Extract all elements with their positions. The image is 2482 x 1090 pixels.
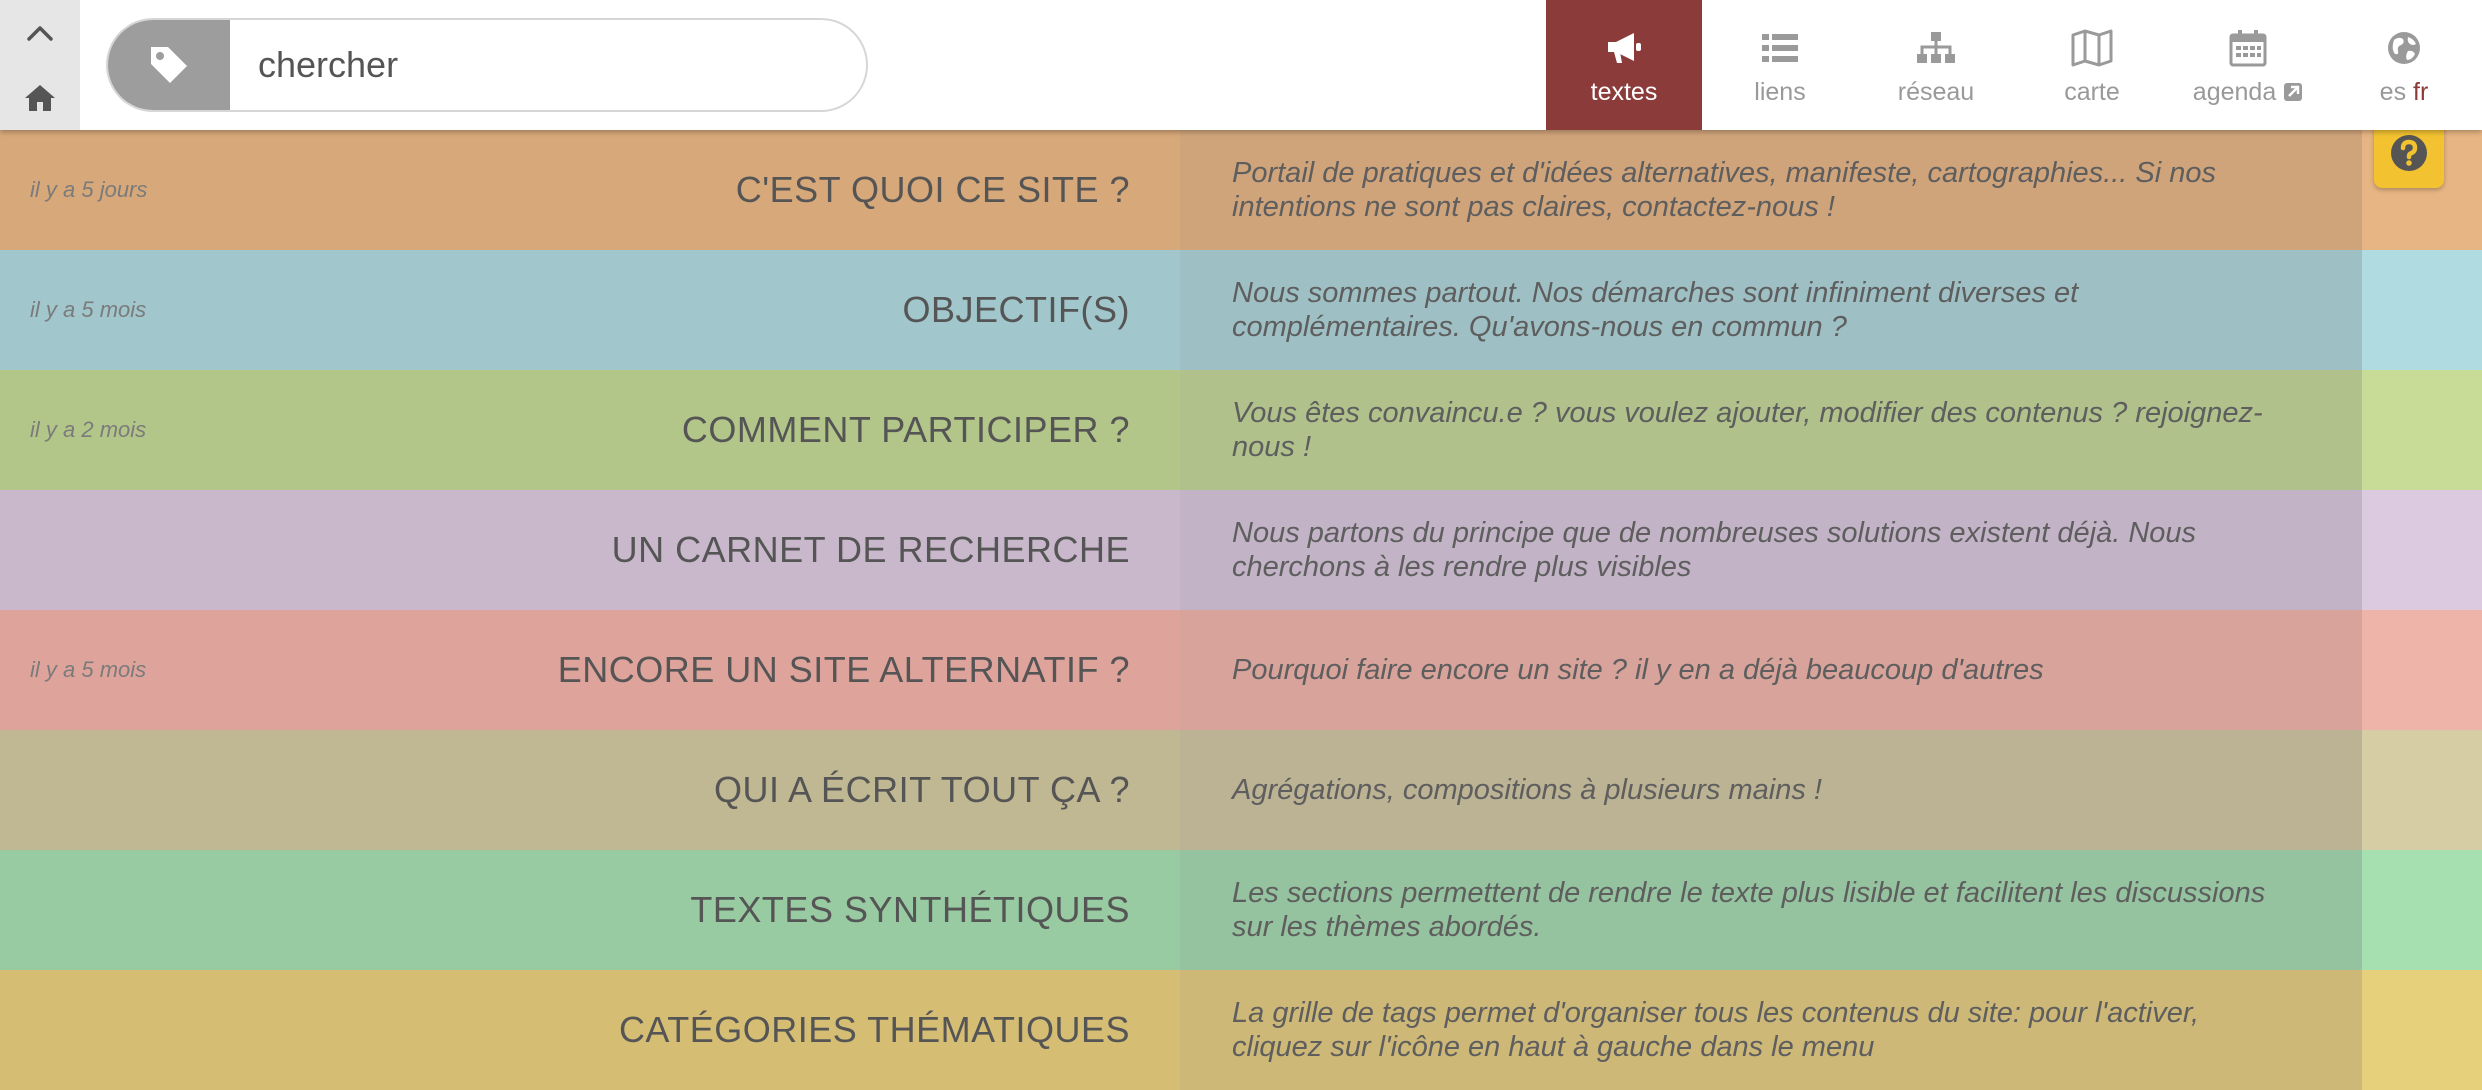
list-item[interactable]: il y a 5 mois ENCORE UN SITE ALTERNATIF ?… (0, 610, 2482, 730)
row-description: Nous sommes partout. Nos démarches sont … (1232, 277, 2079, 343)
language-switcher[interactable]: es fr (2326, 0, 2482, 130)
tab-label: agenda (2192, 77, 2277, 106)
row-date: il y a 5 mois (30, 657, 147, 682)
row-description: Pourquoi faire encore un site ? il y en … (1232, 654, 2044, 686)
row-left-panel: il y a 5 mois OBJECTIF(S) (0, 250, 1180, 370)
row-title[interactable]: C'EST QUOI CE SITE ? (736, 130, 1130, 250)
question-circle-icon (2391, 135, 2427, 171)
row-left-panel: il y a 5 jours C'EST QUOI CE SITE ? (0, 130, 1180, 250)
row-side-panel (2362, 250, 2482, 370)
chevron-up-icon (27, 25, 53, 41)
row-side-panel (2362, 610, 2482, 730)
row-side-panel (2362, 970, 2482, 1090)
row-description-panel: Portail de pratiques et d'idées alternat… (1180, 130, 2362, 250)
text-list: il y a 5 jours C'EST QUOI CE SITE ? Portai… (0, 130, 2482, 1090)
list-item[interactable]: TEXTES SYNTHÉTIQUES Les sections permette… (0, 850, 2482, 970)
language-options: es fr (2380, 78, 2429, 107)
row-left-panel: CATÉGORIES THÉMATIQUES (0, 970, 1180, 1090)
search-bar (106, 18, 868, 112)
row-side-panel (2362, 490, 2482, 610)
tab-reseau[interactable]: réseau (1858, 0, 2014, 130)
megaphone-icon (1604, 24, 1644, 72)
list-item[interactable]: QUI A ÉCRIT TOUT ÇA ? Agrégations, compos… (0, 730, 2482, 850)
external-link-icon (2284, 82, 2303, 101)
row-description-panel: Agrégations, compositions à plusieurs ma… (1180, 730, 2362, 850)
row-description-panel: Vous êtes convaincu.e ? vous voulez ajou… (1180, 370, 2362, 490)
row-side-panel (2362, 850, 2482, 970)
row-side-panel (2362, 370, 2482, 490)
list-item[interactable]: il y a 2 mois COMMENT PARTICIPER ? Vous êt… (0, 370, 2482, 490)
row-title[interactable]: UN CARNET DE RECHERCHE (612, 490, 1130, 610)
row-date: il y a 5 jours (30, 177, 148, 202)
row-left-panel: il y a 5 mois ENCORE UN SITE ALTERNATIF ? (0, 610, 1180, 730)
list-item[interactable]: il y a 5 jours C'EST QUOI CE SITE ? Portai… (0, 130, 2482, 250)
row-date: il y a 2 mois (30, 417, 147, 442)
home-icon (25, 84, 55, 111)
row-left-panel: QUI A ÉCRIT TOUT ÇA ? (0, 730, 1180, 850)
row-description-panel: Pourquoi faire encore un site ? il y en … (1180, 610, 2362, 730)
globe-icon (2386, 24, 2422, 72)
row-description: Vous êtes convaincu.e ? vous voulez ajou… (1232, 397, 2263, 463)
row-left-panel: UN CARNET DE RECHERCHE (0, 490, 1180, 610)
language-fr[interactable]: fr (2413, 78, 2428, 106)
row-side-panel (2362, 730, 2482, 850)
tag-grid-button[interactable] (108, 20, 230, 110)
tag-icon (151, 47, 187, 83)
row-date: il y a 5 mois (30, 297, 147, 322)
tab-agenda[interactable]: agenda (2170, 0, 2326, 130)
row-description: Les sections permettent de rendre le tex… (1232, 877, 2266, 943)
row-description: Portail de pratiques et d'idées alternat… (1232, 157, 2217, 223)
map-icon (2071, 24, 2113, 72)
row-description-panel: La grille de tags permet d'organiser tou… (1180, 970, 2362, 1090)
row-left-panel: TEXTES SYNTHÉTIQUES (0, 850, 1180, 970)
tab-label: carte (2064, 77, 2120, 106)
list-item[interactable]: UN CARNET DE RECHERCHE Nous partons du pr… (0, 490, 2482, 610)
tab-label: textes (1590, 77, 1658, 106)
collapse-button[interactable] (0, 0, 80, 65)
tab-label: réseau (1897, 77, 1975, 106)
left-rail (0, 0, 80, 130)
row-title[interactable]: QUI A ÉCRIT TOUT ÇA ? (714, 730, 1130, 850)
tab-carte[interactable]: carte (2014, 0, 2170, 130)
row-title[interactable]: OBJECTIF(S) (903, 250, 1131, 370)
row-description: La grille de tags permet d'organiser tou… (1232, 997, 2199, 1063)
row-description-panel: Nous sommes partout. Nos démarches sont … (1180, 250, 2362, 370)
row-left-panel: il y a 2 mois COMMENT PARTICIPER ? (0, 370, 1180, 490)
row-title[interactable]: CATÉGORIES THÉMATIQUES (619, 970, 1130, 1090)
tab-label-row: agenda (2193, 78, 2303, 107)
language-es[interactable]: es (2380, 78, 2406, 106)
sitemap-icon (1916, 24, 1956, 72)
row-description-panel: Les sections permettent de rendre le tex… (1180, 850, 2362, 970)
row-description-panel: Nous partons du principe que de nombreus… (1180, 490, 2362, 610)
calendar-icon (2229, 24, 2267, 72)
tab-label: liens (1754, 77, 1806, 106)
tab-liens[interactable]: liens (1702, 0, 1858, 130)
tab-textes[interactable]: textes (1546, 0, 1702, 130)
list-item[interactable]: il y a 5 mois OBJECTIF(S) Nous sommes part… (0, 250, 2482, 370)
row-title[interactable]: TEXTES SYNTHÉTIQUES (690, 850, 1130, 970)
row-title[interactable]: COMMENT PARTICIPER ? (682, 370, 1130, 490)
list-icon (1761, 24, 1799, 72)
main-nav: textes liens réseau carte agenda es fr (1546, 0, 2482, 130)
row-title[interactable]: ENCORE UN SITE ALTERNATIF ? (558, 610, 1130, 730)
row-description: Nous partons du principe que de nombreus… (1232, 517, 2197, 583)
home-button[interactable] (0, 65, 80, 130)
row-description: Agrégations, compositions à plusieurs ma… (1232, 774, 1822, 806)
top-bar: textes liens (0, 0, 2482, 130)
list-item[interactable]: CATÉGORIES THÉMATIQUES La grille de tags … (0, 970, 2482, 1090)
search-input[interactable] (258, 30, 778, 100)
